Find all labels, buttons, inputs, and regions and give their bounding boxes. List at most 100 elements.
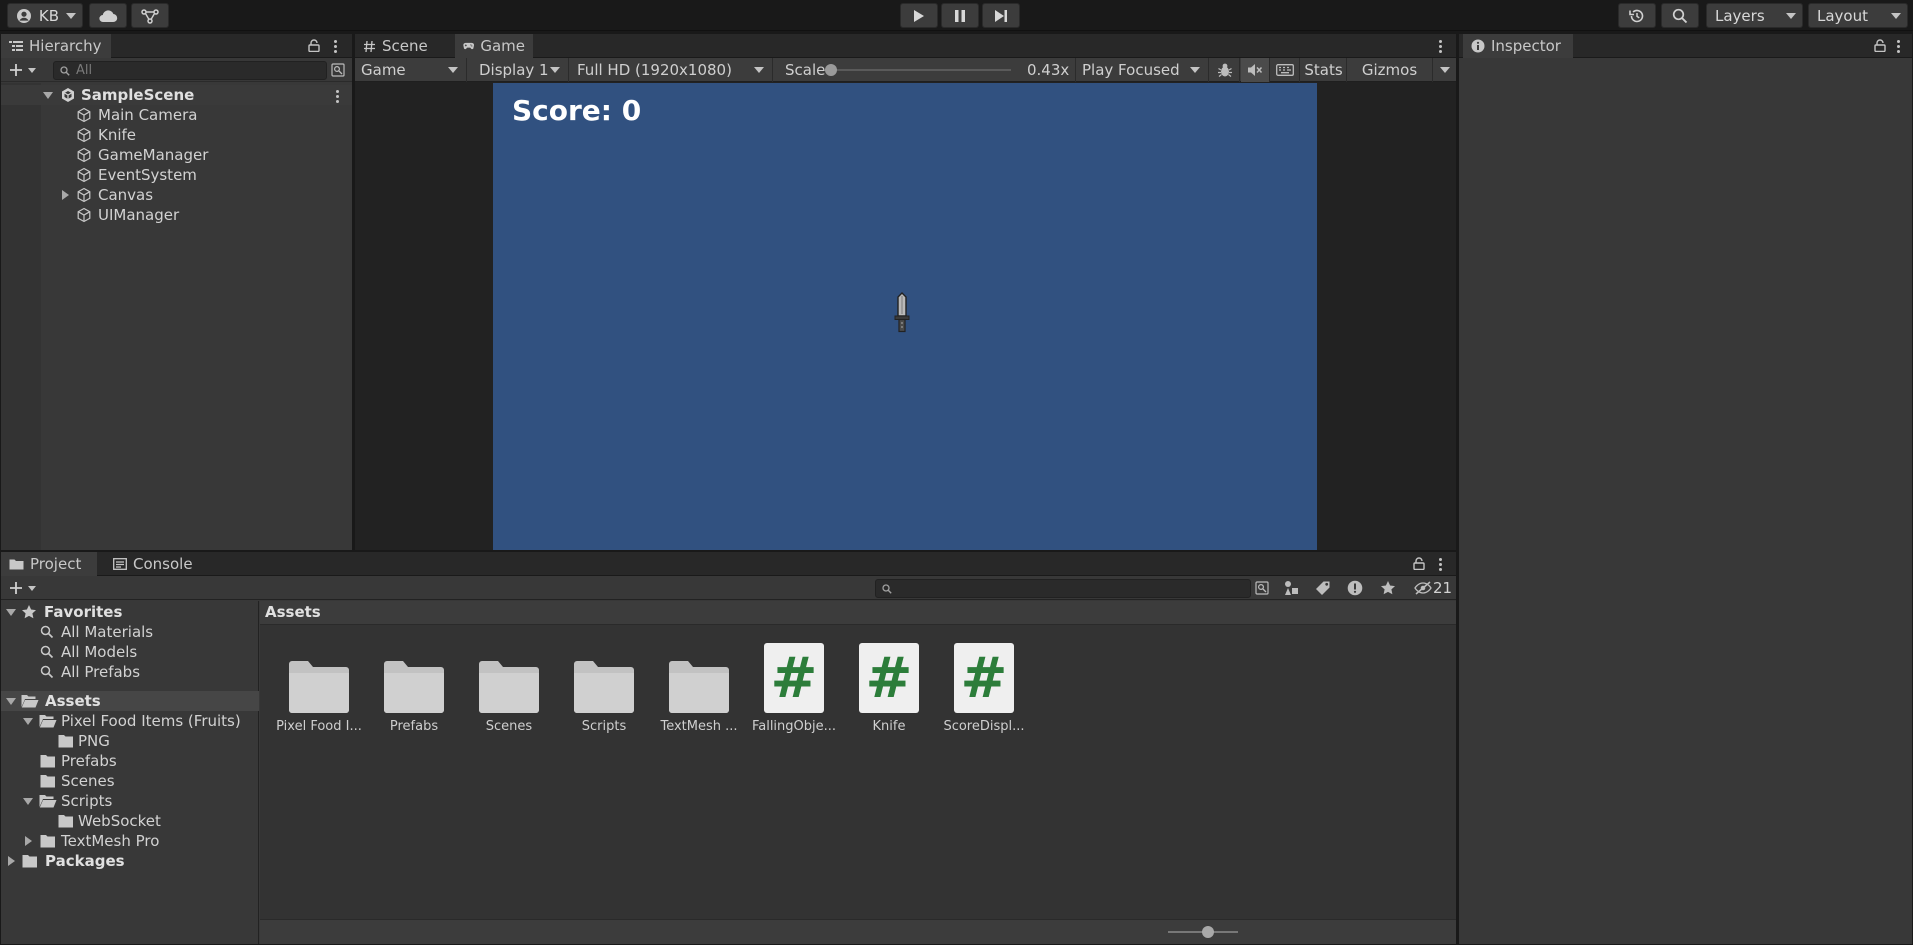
icon-size-slider[interactable] [1168,926,1238,938]
game-mode-dropdown[interactable]: Game [355,58,467,82]
more-options-icon[interactable] [334,39,338,55]
scale-slider-thumb[interactable] [825,64,837,76]
tab-inspector[interactable]: Inspector [1463,34,1573,58]
tab-game[interactable]: Game [455,34,533,58]
star-icon[interactable] [1380,580,1396,596]
hidden-packages-icon[interactable] [1414,581,1432,595]
tree-item-textmesh[interactable]: TextMesh Pro [1,831,259,851]
asset-scripts[interactable]: Scripts [560,643,648,734]
expand-arrow-icon[interactable] [23,798,33,805]
play-button[interactable] [900,3,938,28]
tree-item-label: Pixel Food Items (Fruits) [61,712,241,730]
tree-item-label: Prefabs [61,752,117,770]
hierarchy-item-main-camera[interactable]: Main Camera [1,105,352,125]
folder-icon [9,559,24,570]
stats-button[interactable]: Stats [1301,58,1347,82]
cloud-icon [99,9,118,22]
mute-audio-button[interactable] [1241,58,1270,82]
gameobject-cube-icon [77,147,91,163]
tree-item-assets[interactable]: Assets [1,691,259,711]
hierarchy-item-knife[interactable]: Knife [1,125,352,145]
frame-debugger-button[interactable] [1211,58,1240,82]
lock-icon[interactable] [308,39,320,52]
favorite-all-prefabs[interactable]: All Prefabs [1,662,259,682]
search-filter-icon[interactable] [331,63,346,77]
asset-fallingobject-script[interactable]: # FallingObje... [750,643,838,734]
hierarchy-item-uimanager[interactable]: UIManager [1,205,352,225]
hidden-packages-count[interactable]: 21 [1433,579,1452,597]
tab-hierarchy[interactable]: Hierarchy [1,34,111,58]
hierarchy-item-gamemanager[interactable]: GameManager [1,145,352,165]
undo-history-button[interactable] [1618,3,1656,28]
more-options-icon[interactable] [1439,557,1443,573]
expand-arrow-icon[interactable] [62,190,69,200]
account-dropdown[interactable]: KB [7,3,83,28]
cloud-button[interactable] [89,3,127,28]
tab-project[interactable]: Project [1,552,97,576]
expand-arrow-icon[interactable] [6,609,16,616]
gizmos-dropdown[interactable] [1433,58,1456,82]
icon-size-slider-thumb[interactable] [1202,926,1214,938]
tree-item-pixel-food[interactable]: Pixel Food Items (Fruits) [1,711,259,731]
expand-arrow-icon[interactable] [8,856,15,866]
resolution-dropdown[interactable]: Full HD (1920x1080) [571,58,773,82]
tree-item-websocket[interactable]: WebSocket [1,811,259,831]
gizmos-button[interactable]: Gizmos [1347,58,1433,82]
lock-icon[interactable] [1874,39,1886,52]
tree-item-scripts[interactable]: Scripts [1,791,259,811]
scale-slider[interactable] [825,64,1011,76]
add-icon[interactable] [9,63,23,77]
layers-dropdown[interactable]: Layers [1706,3,1803,28]
play-mode-dropdown[interactable]: Play Focused [1075,58,1209,82]
scene-row[interactable]: SampleScene [1,85,352,105]
asset-textmesh[interactable]: TextMesh ... [655,643,743,734]
expand-arrow-icon[interactable] [6,698,16,705]
expand-arrow-icon[interactable] [25,836,32,846]
favorite-all-models[interactable]: All Models [1,642,259,662]
info-icon [1471,39,1485,53]
filter-by-label-icon[interactable] [1315,580,1331,596]
tree-item-png[interactable]: PNG [1,731,259,751]
tree-item-prefabs[interactable]: Prefabs [1,751,259,771]
add-icon[interactable] [9,581,23,595]
score-text: Score: 0 [512,94,642,127]
shortcuts-button[interactable] [1271,58,1300,82]
warning-icon[interactable] [1347,580,1363,596]
lock-icon[interactable] [1413,557,1425,570]
hierarchy-item-canvas[interactable]: Canvas [1,185,352,205]
asset-scenes[interactable]: Scenes [465,643,553,734]
scene-options-icon[interactable] [336,89,340,105]
expand-arrow-icon[interactable] [23,718,33,725]
more-options-icon[interactable] [1439,39,1443,55]
search-filter-icon[interactable] [1255,581,1270,595]
game-viewport[interactable]: Score: 0 [493,83,1317,550]
favorite-label: All Prefabs [61,663,141,681]
pause-button[interactable] [941,3,979,28]
tab-scene[interactable]: Scene [355,34,451,58]
tree-item-packages[interactable]: Packages [1,851,259,871]
collab-button[interactable] [131,3,169,28]
folder-icon [384,661,444,713]
asset-scoredisplay-script[interactable]: # ScoreDispl... [940,643,1028,734]
display-dropdown[interactable]: Display 1 [473,58,569,82]
game-mode-label: Game [361,61,406,79]
breadcrumb-assets[interactable]: Assets [265,603,321,621]
more-options-icon[interactable] [1897,39,1901,55]
favorites-header[interactable]: Favorites [1,602,259,622]
expand-arrow-icon[interactable] [43,92,53,99]
favorite-all-materials[interactable]: All Materials [1,622,259,642]
search-button[interactable] [1661,3,1699,28]
filter-by-type-icon[interactable] [1283,580,1299,596]
asset-knife-script[interactable]: # Knife [845,643,933,734]
tab-console[interactable]: Console [105,552,205,576]
chevron-down-icon[interactable] [28,68,36,73]
layout-dropdown[interactable]: Layout [1808,3,1908,28]
chevron-down-icon[interactable] [28,586,36,591]
hierarchy-item-eventsystem[interactable]: EventSystem [1,165,352,185]
step-button[interactable] [982,3,1020,28]
hierarchy-search-input[interactable]: All [53,61,327,80]
asset-prefabs[interactable]: Prefabs [370,643,458,734]
asset-pixel-food[interactable]: Pixel Food I... [275,643,363,734]
project-search-input[interactable] [875,579,1251,598]
tree-item-scenes[interactable]: Scenes [1,771,259,791]
